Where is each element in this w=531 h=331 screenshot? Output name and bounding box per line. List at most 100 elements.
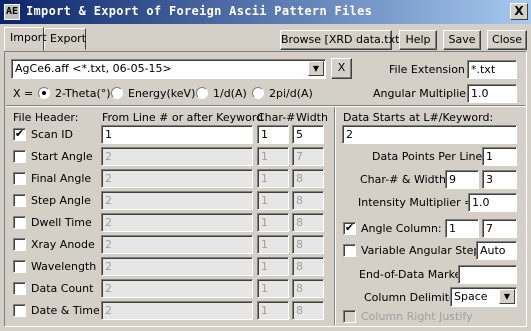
radio-energy[interactable] — [111, 87, 123, 99]
col-file-header: File Header: — [13, 111, 79, 124]
angle-column-width-input[interactable]: 7 — [482, 219, 517, 238]
radio-inv-d-label: 1/d(A) — [213, 87, 247, 100]
final-angle-checkbox[interactable] — [13, 172, 26, 185]
radio-selected-dot — [42, 91, 46, 95]
char-input[interactable]: 1 — [257, 169, 289, 188]
width-input[interactable]: 8 — [292, 301, 324, 320]
column-delimiter-label: Column Delimiter: — [364, 291, 464, 304]
radio-inv-d[interactable] — [196, 87, 208, 99]
keyword-input[interactable]: 2 — [101, 301, 253, 320]
keyword-input[interactable]: 2 — [101, 213, 253, 232]
variable-steps-checkbox[interactable] — [343, 244, 356, 257]
width-input[interactable]: 8 — [292, 235, 324, 254]
points-per-line-input[interactable]: 1 — [482, 147, 517, 166]
keyword-input[interactable]: 2 — [101, 191, 253, 210]
char-input[interactable]: 1 — [257, 279, 289, 298]
radio-2pi-d-label: 2pi/d(A) — [269, 87, 313, 100]
save-button[interactable]: Save — [443, 30, 481, 50]
header-row-label: Date & Time — [31, 304, 100, 317]
char-input[interactable]: 1 — [257, 235, 289, 254]
char-input[interactable]: 1 — [257, 191, 289, 210]
char-input[interactable]: 1 — [257, 301, 289, 320]
header-row-label: Data Count — [31, 282, 94, 295]
intensity-multiplier-label: Intensity Multiplier = — [358, 196, 474, 209]
char-width-label: Char-# & Width = — [360, 173, 459, 186]
variable-steps-input[interactable]: Auto — [476, 241, 517, 260]
data-starts-input[interactable]: 2 — [342, 125, 517, 144]
header-row-label: Wavelength — [31, 260, 97, 273]
keyword-input[interactable]: 2 — [101, 147, 253, 166]
col-width: Width — [296, 111, 328, 124]
file-extension-input[interactable]: *.txt — [467, 60, 517, 79]
char-input[interactable]: 1 — [257, 213, 289, 232]
char-input[interactable]: 1 — [257, 257, 289, 276]
col-from-line: From Line # or after Keyword — [102, 111, 264, 124]
angular-multiplier-input[interactable]: 1.0 — [467, 84, 517, 103]
char-input[interactable]: 1 — [257, 125, 289, 144]
chevron-down-icon[interactable]: ▼ — [308, 61, 324, 76]
start-angle-checkbox[interactable] — [13, 150, 26, 163]
angle-column-checkbox[interactable]: ✔ — [343, 222, 356, 235]
data-count-checkbox[interactable] — [13, 282, 26, 295]
points-per-line-label: Data Points Per Line = — [372, 150, 495, 163]
data-char-input[interactable]: 9 — [445, 170, 479, 189]
header-row-label: Xray Anode — [31, 238, 95, 251]
title-bar[interactable]: AE Import & Export of Foreign Ascii Patt… — [0, 0, 531, 24]
browse-button[interactable]: Browse [XRD data.txt] — [280, 30, 404, 50]
width-input[interactable]: 7 — [292, 147, 324, 166]
header-row-label: Dwell Time — [31, 216, 92, 229]
format-select[interactable]: AgCe6.aff <*.txt, 06-05-15> ▼ — [11, 59, 326, 79]
help-button[interactable]: Help — [399, 30, 437, 50]
end-marker-input[interactable] — [458, 265, 517, 284]
header-row-label: Step Angle — [31, 194, 91, 207]
angle-column-label: Angle Column: — [361, 222, 442, 235]
vertical-divider — [334, 107, 336, 325]
keyword-input[interactable]: 2 — [101, 169, 253, 188]
file-extension-label: File Extension = — [389, 63, 478, 76]
radio-2theta[interactable] — [38, 87, 50, 99]
window-title: Import & Export of Foreign Ascii Pattern… — [26, 4, 373, 18]
scan-id-checkbox[interactable]: ✔ — [13, 128, 26, 141]
keyword-input[interactable]: 2 — [101, 279, 253, 298]
column-right-justify-label: Column Right Justify — [361, 310, 473, 323]
format-select-value: AgCe6.aff <*.txt, 06-05-15> — [15, 62, 172, 75]
width-input[interactable]: 8 — [292, 213, 324, 232]
data-starts-label: Data Starts at L#/Keyword: — [343, 111, 494, 124]
radio-energy-label: Energy(keV) — [128, 87, 196, 100]
app-icon: AE — [4, 4, 20, 20]
radio-2pi-d[interactable] — [252, 87, 264, 99]
char-input[interactable]: 1 — [257, 147, 289, 166]
intensity-multiplier-input[interactable]: 1.0 — [468, 193, 517, 212]
chevron-down-icon[interactable]: ▼ — [499, 289, 515, 304]
close-button[interactable]: Close — [487, 30, 527, 50]
tab-import[interactable]: Import — [4, 27, 47, 51]
data-width-input[interactable]: 3 — [482, 170, 517, 189]
radio-2theta-label: 2-Theta(°) — [55, 87, 111, 100]
window-close-button[interactable]: X — [510, 3, 528, 20]
keyword-input[interactable]: 2 — [101, 235, 253, 254]
x-axis-label: X = — [13, 87, 34, 100]
variable-steps-label: Variable Angular Steps: — [361, 244, 490, 257]
width-input[interactable]: 8 — [292, 279, 324, 298]
width-input[interactable]: 8 — [292, 169, 324, 188]
angle-column-char-input[interactable]: 1 — [445, 219, 479, 238]
width-input[interactable]: 5 — [292, 125, 324, 144]
wavelength-checkbox[interactable] — [13, 260, 26, 273]
keyword-input[interactable]: 1 — [101, 125, 253, 144]
keyword-input[interactable]: 2 — [101, 257, 253, 276]
header-row-label: Final Angle — [31, 172, 92, 185]
import-export-window: AE Import & Export of Foreign Ascii Patt… — [0, 0, 531, 331]
date-time-checkbox[interactable] — [13, 304, 26, 317]
header-row-label: Scan ID — [31, 128, 73, 141]
clear-format-button[interactable]: X — [331, 58, 352, 79]
dwell-time-checkbox[interactable] — [13, 216, 26, 229]
header-row-label: Start Angle — [31, 150, 93, 163]
column-delimiter-select[interactable]: Space ▼ — [450, 287, 517, 307]
col-char: Char-# — [257, 111, 296, 124]
column-right-justify-checkbox[interactable] — [343, 310, 356, 323]
width-input[interactable]: 8 — [292, 257, 324, 276]
step-angle-checkbox[interactable] — [13, 194, 26, 207]
tab-export[interactable]: Export — [44, 28, 86, 50]
width-input[interactable]: 8 — [292, 191, 324, 210]
xray-anode-checkbox[interactable] — [13, 238, 26, 251]
